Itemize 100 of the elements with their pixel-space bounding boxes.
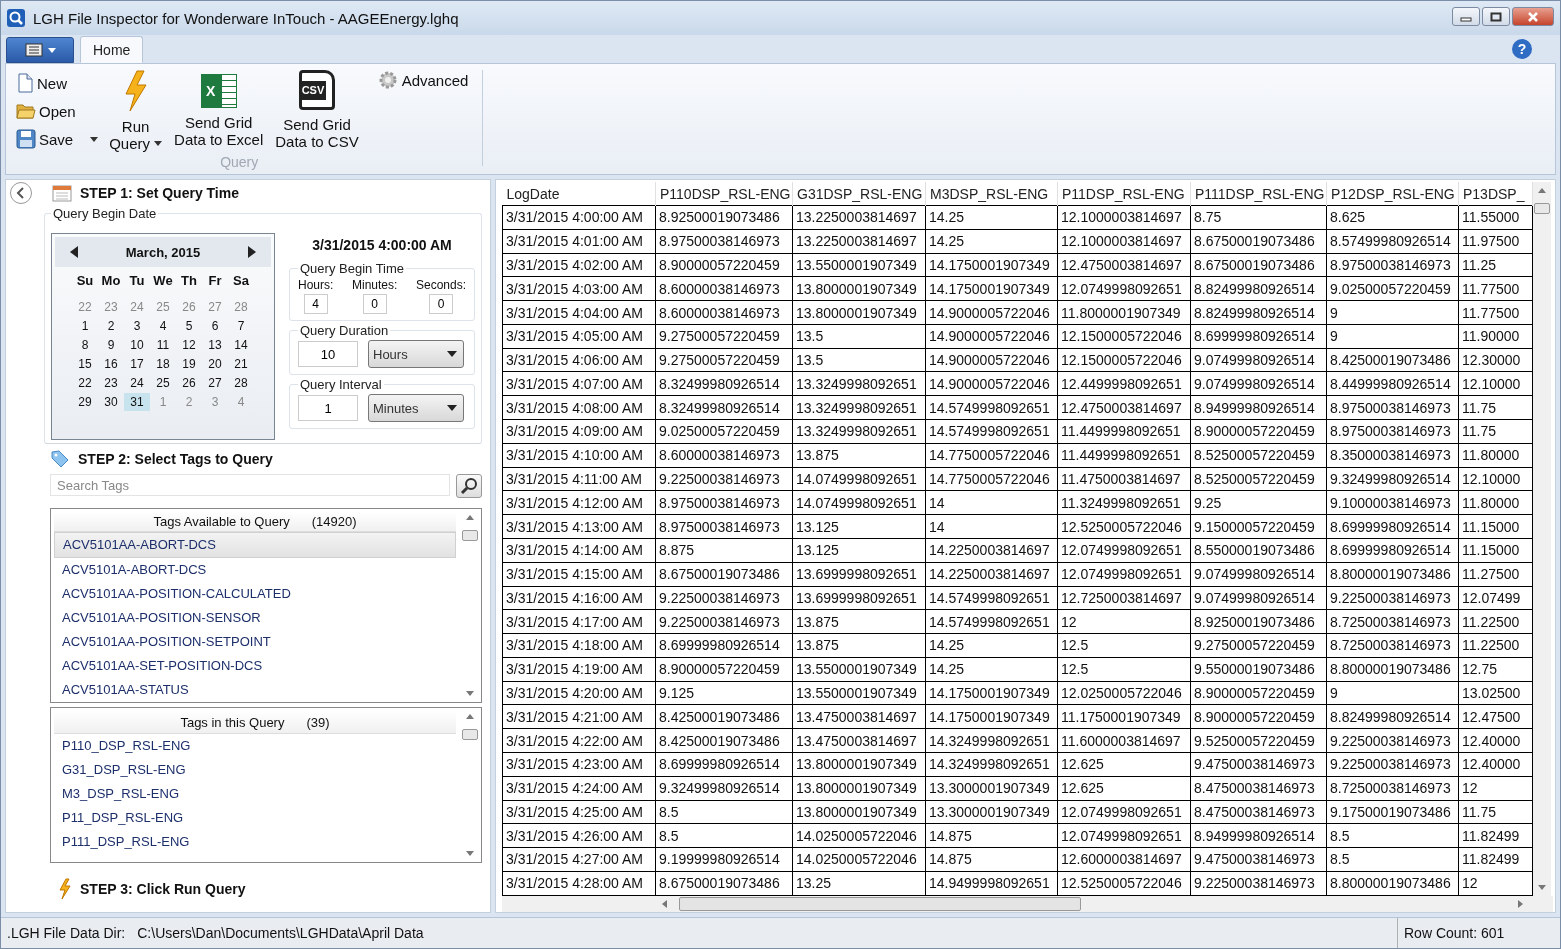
unit-dropdown[interactable]: Minutes xyxy=(368,394,464,422)
scrollbar[interactable] xyxy=(502,896,1553,912)
table-cell: 8.82499980926514 xyxy=(1190,276,1327,301)
tag-list-item[interactable]: P11_DSP_RSL-ENG xyxy=(54,806,456,830)
ribbon-tab[interactable]: Home xyxy=(80,36,144,63)
calendar-day[interactable]: 12 xyxy=(176,336,202,354)
collapse-button[interactable] xyxy=(10,182,32,204)
scroll-thumb[interactable] xyxy=(462,729,478,740)
table-cell: 8.60000038146973 xyxy=(655,443,793,468)
calendar-day[interactable]: 3 xyxy=(124,317,150,335)
advanced-button[interactable]: Advanced xyxy=(373,70,473,90)
tag-list-item[interactable]: ACV5101AA-POSITION-CALCULATED xyxy=(54,582,456,606)
calendar-day[interactable]: 29 xyxy=(72,393,98,411)
input-field[interactable]: 10 xyxy=(298,341,358,367)
calendar-day[interactable]: 15 xyxy=(72,355,98,373)
help-button[interactable]: ? xyxy=(1512,39,1532,59)
calendar-day[interactable]: 26 xyxy=(176,374,202,392)
ribbon-button[interactable]: CSV Send Grid Data to CSV xyxy=(272,70,362,150)
calendar-day[interactable]: 30 xyxy=(98,393,124,411)
scroll-down-icon[interactable] xyxy=(466,691,474,696)
scroll-up-icon[interactable] xyxy=(466,714,474,719)
ribbon-button[interactable]: Save xyxy=(14,126,101,152)
input-field[interactable]: 0 xyxy=(362,294,387,314)
table-cell: 9.25 xyxy=(1190,490,1327,515)
calendar-day[interactable]: 20 xyxy=(202,355,228,373)
calendar-day[interactable]: 7 xyxy=(228,317,254,335)
scroll-up-icon[interactable] xyxy=(466,515,474,520)
tag-list-item[interactable]: M3_DSP_RSL-ENG xyxy=(54,782,456,806)
calendar-day[interactable]: 22 xyxy=(72,374,98,392)
calendar-day[interactable]: 10 xyxy=(124,336,150,354)
scroll-down-icon[interactable] xyxy=(466,851,474,856)
calendar-day[interactable]: 31 xyxy=(124,393,150,411)
calendar-day[interactable]: 8 xyxy=(72,336,98,354)
calendar-day[interactable]: 23 xyxy=(98,374,124,392)
table-cell: 12.7250003814697 xyxy=(1057,586,1191,610)
ribbon-button[interactable]: Open xyxy=(14,98,101,124)
calendar-day[interactable]: 11 xyxy=(150,336,176,354)
calendar-day[interactable]: 4 xyxy=(150,317,176,335)
column-header[interactable]: P111DSP_RSL-ENG xyxy=(1190,182,1327,206)
tag-list-item[interactable]: P111_DSP_RSL-ENG xyxy=(54,830,456,854)
calendar-day[interactable]: 24 xyxy=(124,374,150,392)
scroll-right-icon[interactable] xyxy=(1518,900,1523,908)
scroll-left-icon[interactable] xyxy=(662,900,667,908)
calendar-day[interactable]: 28 xyxy=(228,374,254,392)
tag-list-item[interactable]: ACV5101AA-ABORT-DCS xyxy=(54,532,456,558)
calendar-day[interactable]: 2 xyxy=(98,317,124,335)
calendar-day[interactable]: 25 xyxy=(150,374,176,392)
calendar-day[interactable]: 9 xyxy=(98,336,124,354)
column-header[interactable]: LogDate xyxy=(502,182,656,206)
input-field[interactable]: 1 xyxy=(298,395,358,421)
scroll-down-icon[interactable] xyxy=(1538,885,1546,890)
calendar-day[interactable]: 13 xyxy=(202,336,228,354)
calendar-day[interactable]: 17 xyxy=(124,355,150,373)
tag-list-item[interactable]: G31_DSP_RSL-ENG xyxy=(54,758,456,782)
previous-month-button[interactable] xyxy=(69,246,79,258)
scroll-thumb[interactable] xyxy=(679,897,1081,911)
tag-list-item[interactable]: ACV5101AA-POSITION-SETPOINT xyxy=(54,630,456,654)
column-header[interactable]: P110DSP_RSL-ENG xyxy=(655,182,793,206)
tag-list-item[interactable]: ACV5101AA-SET-POSITION-DCS xyxy=(54,654,456,678)
calendar-day[interactable]: 14 xyxy=(228,336,254,354)
column-header[interactable]: G31DSP_RSL-ENG xyxy=(792,182,926,206)
table-cell: 8.90000057220459 xyxy=(1190,681,1327,705)
column-header[interactable]: M3DSP_RSL-ENG xyxy=(925,182,1058,206)
search-field[interactable]: Search Tags xyxy=(50,474,450,496)
table-cell: 3/31/2015 4:17:00 AM xyxy=(502,609,656,634)
ribbon-button[interactable]: Run Query xyxy=(106,70,166,152)
next-month-button[interactable] xyxy=(247,246,257,258)
calendar-day[interactable]: 27 xyxy=(202,374,228,392)
column-header[interactable]: P12DSP_RSL-ENG xyxy=(1326,182,1459,206)
table-cell: 14 xyxy=(925,514,1058,539)
ribbon-button[interactable]: New xyxy=(14,70,101,96)
maximize-button[interactable] xyxy=(1482,7,1510,26)
close-button[interactable] xyxy=(1512,7,1554,26)
table-cell: 8.67500019073486 xyxy=(1190,229,1327,254)
table-cell: 12 xyxy=(1057,609,1191,634)
scroll-up-icon[interactable] xyxy=(1538,188,1546,193)
scroll-thumb[interactable] xyxy=(1534,203,1550,214)
column-header[interactable]: P13DSP_ xyxy=(1458,182,1533,206)
app-menu-button[interactable] xyxy=(6,37,74,63)
ribbon-button[interactable]: X Send Grid Data to Excel xyxy=(171,70,267,148)
input-field[interactable]: 0 xyxy=(428,294,453,314)
tag-list-item[interactable]: P110_DSP_RSL-ENG xyxy=(54,734,456,758)
tag-list-item[interactable]: ACV5101AA-STATUS xyxy=(54,678,456,702)
search-button[interactable] xyxy=(456,474,482,498)
table-cell: 13.6999998092651 xyxy=(792,562,926,586)
calendar-day[interactable]: 5 xyxy=(176,317,202,335)
column-header[interactable]: P11DSP_RSL-ENG xyxy=(1057,182,1191,206)
calendar-day[interactable]: 1 xyxy=(72,317,98,335)
calendar-day[interactable]: 16 xyxy=(98,355,124,373)
calendar-day[interactable]: 19 xyxy=(176,355,202,373)
input-field[interactable]: 4 xyxy=(303,294,328,314)
unit-dropdown[interactable]: Hours xyxy=(368,340,464,368)
scrollbar[interactable] xyxy=(1533,182,1551,896)
calendar-day[interactable]: 21 xyxy=(228,355,254,373)
tag-list-item[interactable]: ACV5101AA-POSITION-SENSOR xyxy=(54,606,456,630)
calendar-day[interactable]: 18 xyxy=(150,355,176,373)
scroll-thumb[interactable] xyxy=(462,530,478,541)
calendar-day[interactable]: 6 xyxy=(202,317,228,335)
table-cell: 11.75 xyxy=(1458,395,1533,420)
tag-list-item[interactable]: ACV5101A-ABORT-DCS xyxy=(54,558,456,582)
